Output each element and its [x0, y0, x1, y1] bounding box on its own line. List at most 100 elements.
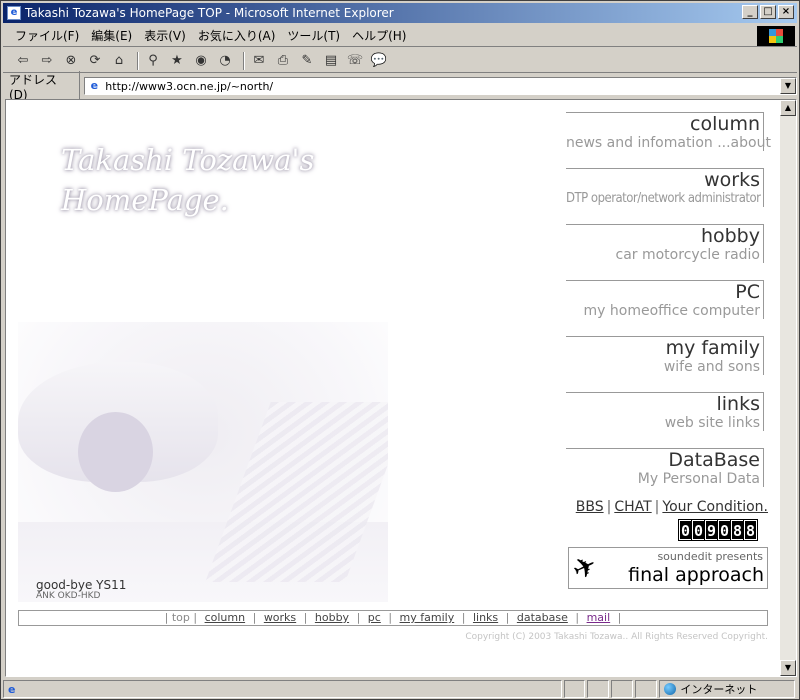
search-icon[interactable]: ⚲	[143, 52, 163, 70]
bottom-nav-my-family[interactable]: my family	[400, 611, 455, 624]
banner-title: final approach	[628, 564, 764, 586]
bottom-nav-database[interactable]: database	[517, 611, 568, 624]
mail-icon[interactable]: ✉	[249, 52, 269, 70]
title-bar[interactable]: e Takashi Tozawa's HomePage TOP - Micros…	[3, 3, 797, 23]
research-icon[interactable]: 💬	[369, 52, 389, 70]
nav-subtitle: wife and sons	[663, 359, 760, 375]
nav-divider: |	[252, 611, 257, 624]
photo-subcaption: ANK OKD-HKD	[36, 591, 101, 601]
your-condition-link[interactable]: Your Condition.	[662, 499, 768, 515]
logo-line2: HomePage.	[61, 183, 229, 217]
final-approach-banner[interactable]: ✈ soundedit presents final approach	[568, 547, 768, 589]
media-icon[interactable]: ◉	[191, 52, 211, 70]
print-icon[interactable]: ⎙	[273, 52, 293, 70]
nav-subtitle: My Personal Data	[637, 471, 760, 487]
nav-divider: |	[164, 611, 169, 624]
status-cell	[635, 680, 658, 698]
counter-digit: 0	[678, 519, 693, 541]
forward-icon[interactable]: ⇨	[37, 52, 57, 70]
status-bar: e インターネット	[3, 679, 797, 699]
address-bar: アドレス(D) e http://www3.ocn.ne.jp/~north/ …	[3, 70, 797, 102]
toolbar-separator	[243, 51, 245, 70]
nav-divider: |	[303, 611, 308, 624]
link-separator: |	[654, 499, 660, 515]
menu-view[interactable]: 表示(V)	[144, 27, 186, 44]
status-cell	[611, 680, 634, 698]
nav-works[interactable]: works DTP operator/network administrator	[566, 168, 764, 207]
photo-plane-nose	[78, 412, 153, 492]
site-logo: Takashi Tozawa's HomePage.	[61, 140, 314, 220]
quick-links: BBS | CHAT | Your Condition.	[568, 499, 768, 515]
address-label: アドレス(D)	[9, 70, 81, 102]
nav-title: links	[716, 393, 760, 415]
window-title: Takashi Tozawa's HomePage TOP - Microsof…	[25, 6, 394, 20]
nav-title: column	[690, 113, 760, 135]
address-url: http://www3.ocn.ne.jp/~north/	[105, 79, 274, 93]
favorites-icon[interactable]: ★	[167, 52, 187, 70]
status-zone: インターネット	[659, 680, 795, 698]
nav-links[interactable]: links web site links	[566, 392, 764, 431]
copyright-text: Copyright (C) 2003 Takashi Tozawa.. All …	[465, 632, 768, 642]
address-dropdown-icon[interactable]: ▼	[780, 78, 796, 94]
close-button[interactable]: ×	[778, 5, 794, 19]
menu-help[interactable]: ヘルプ(H)	[352, 27, 406, 44]
nav-subtitle: my homeoffice computer	[583, 303, 760, 319]
nav-database[interactable]: DataBase My Personal Data	[566, 448, 764, 487]
windows-logo-icon	[757, 26, 795, 46]
menu-file[interactable]: ファイル(F)	[15, 27, 79, 44]
nav-divider: |	[617, 611, 622, 624]
menu-edit[interactable]: 編集(E)	[91, 27, 132, 44]
menu-bar: ファイル(F) 編集(E) 表示(V) お気に入り(A) ツール(T) ヘルプ(…	[3, 25, 797, 47]
page-content: Takashi Tozawa's HomePage. good-bye YS11…	[5, 99, 797, 677]
nav-my-family[interactable]: my family wife and sons	[566, 336, 764, 375]
discuss-icon[interactable]: ▤	[321, 52, 341, 70]
bottom-nav-links[interactable]: links	[473, 611, 498, 624]
page-status-icon: e	[8, 682, 16, 696]
maximize-button[interactable]: □	[760, 5, 776, 19]
counter-digit: 8	[730, 519, 745, 541]
back-icon[interactable]: ⇦	[13, 52, 33, 70]
bottom-nav-hobby[interactable]: hobby	[315, 611, 349, 624]
toolbar-separator	[137, 51, 139, 70]
bottom-nav-mail[interactable]: mail	[587, 611, 611, 624]
status-main: e	[3, 680, 562, 698]
link-separator: |	[606, 499, 612, 515]
address-input[interactable]: e http://www3.ocn.ne.jp/~north/ ▼	[84, 77, 797, 95]
scroll-down-icon[interactable]: ▼	[780, 660, 796, 676]
menu-tools[interactable]: ツール(T)	[287, 27, 340, 44]
nav-title: hobby	[700, 225, 760, 247]
counter-digit: 0	[717, 519, 732, 541]
logo-line1: Takashi Tozawa's	[61, 143, 315, 177]
browser-window: e Takashi Tozawa's HomePage TOP - Micros…	[0, 0, 800, 700]
refresh-icon[interactable]: ⟳	[85, 52, 105, 70]
home-icon[interactable]: ⌂	[109, 52, 129, 70]
ie-icon: e	[7, 6, 21, 20]
nav-subtitle: car motorcycle radio	[615, 247, 761, 263]
minimize-button[interactable]: _	[742, 5, 758, 19]
nav-column[interactable]: column news and infomation ...about	[566, 112, 771, 151]
nav-title: works	[704, 169, 760, 191]
edit-icon[interactable]: ✎	[297, 52, 317, 70]
vertical-scrollbar[interactable]: ▲ ▼	[780, 100, 796, 676]
nav-subtitle: DTP operator/network administrator	[566, 191, 761, 206]
access-counter: 0 0 9 0 8 8	[678, 519, 758, 541]
nav-hobby[interactable]: hobby car motorcycle radio	[566, 224, 764, 263]
scroll-up-icon[interactable]: ▲	[780, 100, 796, 116]
messenger-icon[interactable]: ☏	[345, 52, 365, 70]
chat-link[interactable]: CHAT	[614, 499, 651, 515]
nav-subtitle: web site links	[664, 415, 760, 431]
menu-favorites[interactable]: お気に入り(A)	[198, 27, 276, 44]
nav-pc[interactable]: PC my homeoffice computer	[566, 280, 764, 319]
bottom-nav-works[interactable]: works	[264, 611, 296, 624]
bbs-link[interactable]: BBS	[576, 499, 604, 515]
stop-icon[interactable]: ⊗	[61, 52, 81, 70]
nav-title: DataBase	[668, 449, 760, 471]
toolbar: ⇦ ⇨ ⊗ ⟳ ⌂ ⚲ ★ ◉ ◔ ✉ ⎙ ✎ ▤ ☏ 💬	[3, 49, 797, 73]
history-icon[interactable]: ◔	[215, 52, 235, 70]
counter-digit: 0	[691, 519, 706, 541]
counter-digit: 9	[704, 519, 719, 541]
nav-title: my family	[665, 337, 760, 359]
bottom-nav-column[interactable]: column	[205, 611, 246, 624]
banner-pretitle: soundedit presents	[657, 550, 763, 563]
bottom-nav-pc[interactable]: pc	[368, 611, 381, 624]
